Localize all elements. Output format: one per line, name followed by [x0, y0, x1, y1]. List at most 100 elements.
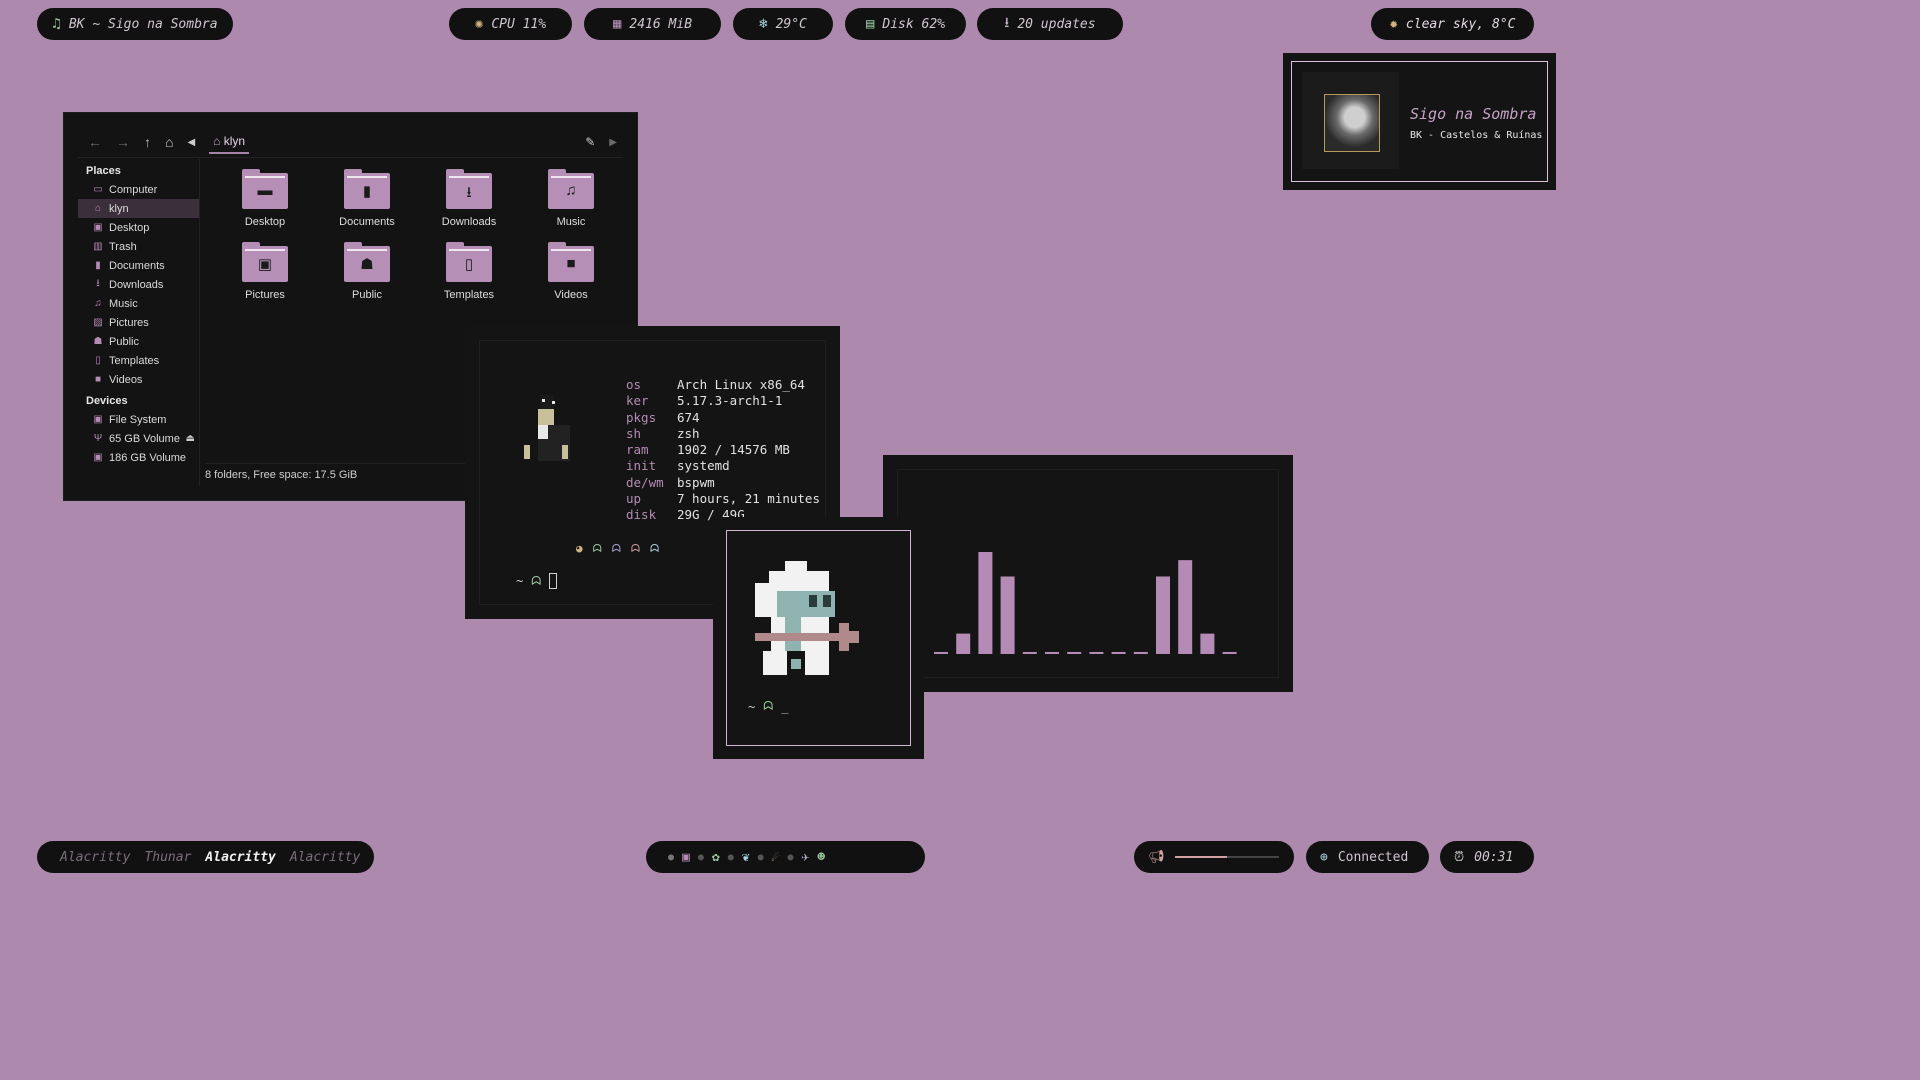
- clock-pill[interactable]: ⏰︎ 00:31: [1440, 841, 1534, 873]
- sidebar-item-pictures[interactable]: ▨ Pictures: [78, 313, 199, 332]
- forward-arrow-icon[interactable]: →: [116, 134, 130, 150]
- sidebar-item-templates[interactable]: ▯ Templates: [78, 351, 199, 370]
- sidebar-item-label: Pictures: [109, 316, 149, 329]
- window-item-alacritty[interactable]: Alacritty: [60, 850, 130, 865]
- fetch-key: disk: [626, 507, 657, 523]
- sidebar-item-186-gb-volume[interactable]: ▣ 186 GB Volume: [78, 448, 199, 467]
- sidebar-item-desktop[interactable]: ▣ Desktop: [78, 218, 199, 237]
- window-item-alacritty[interactable]: Alacritty: [205, 850, 275, 865]
- folder-pictures[interactable]: ▣ Pictures: [214, 242, 316, 301]
- back-arrow-icon[interactable]: ←: [88, 134, 102, 150]
- workspace-dot[interactable]: ●: [698, 852, 704, 863]
- visualizer-bar: [1200, 633, 1215, 654]
- ghost-icon: ᗣ: [611, 542, 621, 555]
- folder-icon: ▣: [242, 242, 288, 282]
- shell-prompt[interactable]: ~ ᗣ: [516, 573, 558, 589]
- visualizer-bar: [1156, 576, 1170, 654]
- pixel-terminal-window[interactable]: ~ ᗣ _: [713, 517, 924, 759]
- folder-videos[interactable]: ■ Videos: [520, 242, 622, 301]
- crumb-right-icon[interactable]: ▶: [609, 137, 623, 148]
- fetch-row: up 7 hours, 21 minutes: [626, 491, 820, 507]
- sidebar-item-file-system[interactable]: ▣ File System: [78, 410, 199, 429]
- folder-downloads[interactable]: ⭳ Downloads: [418, 169, 520, 228]
- prompt-tilde-2: ~: [748, 699, 756, 714]
- folder-icon: ⭳: [446, 169, 492, 209]
- folder-glyph: ▬: [257, 182, 273, 199]
- usb-icon: Ψ: [93, 433, 103, 444]
- sidebar-item-documents[interactable]: ▮ Documents: [78, 256, 199, 275]
- updates-pill[interactable]: ⭳ 20 updates: [977, 8, 1123, 40]
- temperature-pill[interactable]: ❄ 29°C: [733, 8, 833, 40]
- sidebar-item-music[interactable]: ♫ Music: [78, 294, 199, 313]
- terminal-icon[interactable]: ▣: [682, 850, 690, 865]
- fetch-value: 7 hours, 21 minutes: [677, 491, 820, 507]
- globe-icon: ⊕: [1320, 849, 1328, 865]
- sidebar-item-label: 186 GB Volume: [109, 451, 187, 464]
- ghost-prompt-icon: ᗣ: [763, 699, 774, 713]
- visualizer-bar: [978, 552, 993, 654]
- fetch-info: os Arch Linux x86_64 ker 5.17.3-arch1-1 pkgs…: [626, 377, 820, 524]
- breadcrumb[interactable]: ⌂ klyn: [209, 134, 250, 154]
- ghost-prompt-icon: ᗣ: [531, 573, 542, 588]
- up-arrow-icon[interactable]: ↑: [144, 134, 151, 150]
- music-widget[interactable]: Sigo na Sombra BK - Castelos & Ruínas: [1283, 53, 1556, 190]
- sidebar-item-videos[interactable]: ■ Videos: [78, 370, 199, 389]
- home-icon[interactable]: ⌂: [165, 134, 173, 150]
- window-item-alacritty[interactable]: Alacritty: [290, 850, 360, 865]
- sidebar-item-public[interactable]: ☗ Public: [78, 332, 199, 351]
- workspace-dot[interactable]: ●: [787, 852, 793, 863]
- sidebar-item-trash[interactable]: ▥ Trash: [78, 237, 199, 256]
- folder-templates[interactable]: ▯ Templates: [418, 242, 520, 301]
- sidebar-item-computer[interactable]: ▭ Computer: [78, 180, 199, 199]
- downloads-icon: ⭳: [96, 278, 100, 289]
- fetch-key: os: [626, 377, 642, 392]
- memory-pill[interactable]: ▦ 2416 MiB: [584, 8, 721, 40]
- folder-desktop[interactable]: ▬ Desktop: [214, 169, 316, 228]
- cpu-pill[interactable]: ✺ CPU 11%: [449, 8, 572, 40]
- visualizer-bar: [1045, 651, 1059, 654]
- sidebar-item-65-gb-volume[interactable]: Ψ 65 GB Volume ⏏: [78, 429, 199, 448]
- workspace-dot[interactable]: ●: [758, 852, 764, 863]
- edit-pencil-icon[interactable]: ✎: [585, 135, 595, 149]
- sidebar-item-klyn[interactable]: ⌂ klyn: [78, 199, 199, 218]
- window-item-thunar[interactable]: Thunar: [144, 850, 191, 865]
- now-playing-pill[interactable]: ♫ BK ~ Sigo na Sombra: [37, 8, 233, 40]
- comet-icon[interactable]: ☄: [772, 850, 780, 865]
- folder-label: Videos: [554, 289, 588, 301]
- megaphone-icon: 📢︎: [1148, 849, 1165, 865]
- drive-icon: ▣: [93, 452, 103, 463]
- fetch-value: zsh: [677, 425, 700, 441]
- eject-icon[interactable]: ⏏: [186, 433, 195, 444]
- crumb-left-icon[interactable]: ◀: [187, 137, 195, 148]
- folder-music[interactable]: ♫ Music: [520, 169, 622, 228]
- visualizer-bar: [1000, 576, 1015, 654]
- leaf-icon[interactable]: ✿: [712, 850, 720, 865]
- folder-documents[interactable]: ▮ Documents: [316, 169, 418, 228]
- drive-icon: ▣: [93, 414, 103, 425]
- album-art-image: [1324, 94, 1380, 152]
- folder-public[interactable]: ☗ Public: [316, 242, 418, 301]
- workspace-dot[interactable]: ●: [728, 852, 734, 863]
- sidebar-item-downloads[interactable]: ⭳ Downloads: [78, 275, 199, 294]
- now-playing-text: BK ~ Sigo na Sombra: [68, 16, 218, 32]
- alien-icon[interactable]: ☻: [817, 850, 825, 865]
- status-text: 8 folders, Free space: 17.5 GiB: [205, 469, 358, 481]
- sidebar: Places ▭ Computer ⌂ klyn ▣ Desktop ▥ Trash ▮ Docu…: [78, 159, 200, 486]
- network-pill[interactable]: ⊕ Connected: [1306, 841, 1429, 873]
- disk-pill[interactable]: ▤ Disk 62%: [845, 8, 966, 40]
- sidebar-item-label: Music: [109, 297, 138, 310]
- audio-visualizer-window[interactable]: [883, 455, 1293, 692]
- workspace-dot[interactable]: ●: [668, 852, 674, 863]
- volume-pill[interactable]: 📢︎: [1134, 841, 1294, 873]
- feather-icon[interactable]: ❦: [742, 850, 750, 865]
- fetch-row: init systemd: [626, 458, 820, 474]
- home-crumb-icon: ⌂: [213, 134, 221, 148]
- weather-pill[interactable]: ✹ clear sky, 8°C: [1371, 8, 1534, 40]
- folder-icon: ♫: [548, 169, 594, 209]
- shell-prompt-2[interactable]: ~ ᗣ _: [748, 699, 788, 714]
- sidebar-item-label: klyn: [109, 202, 129, 215]
- telescope-icon[interactable]: ✈: [801, 850, 809, 865]
- volume-slider[interactable]: [1174, 856, 1279, 858]
- desktop-icon: ▣: [93, 222, 103, 233]
- folder-glyph: ▣: [257, 256, 273, 273]
